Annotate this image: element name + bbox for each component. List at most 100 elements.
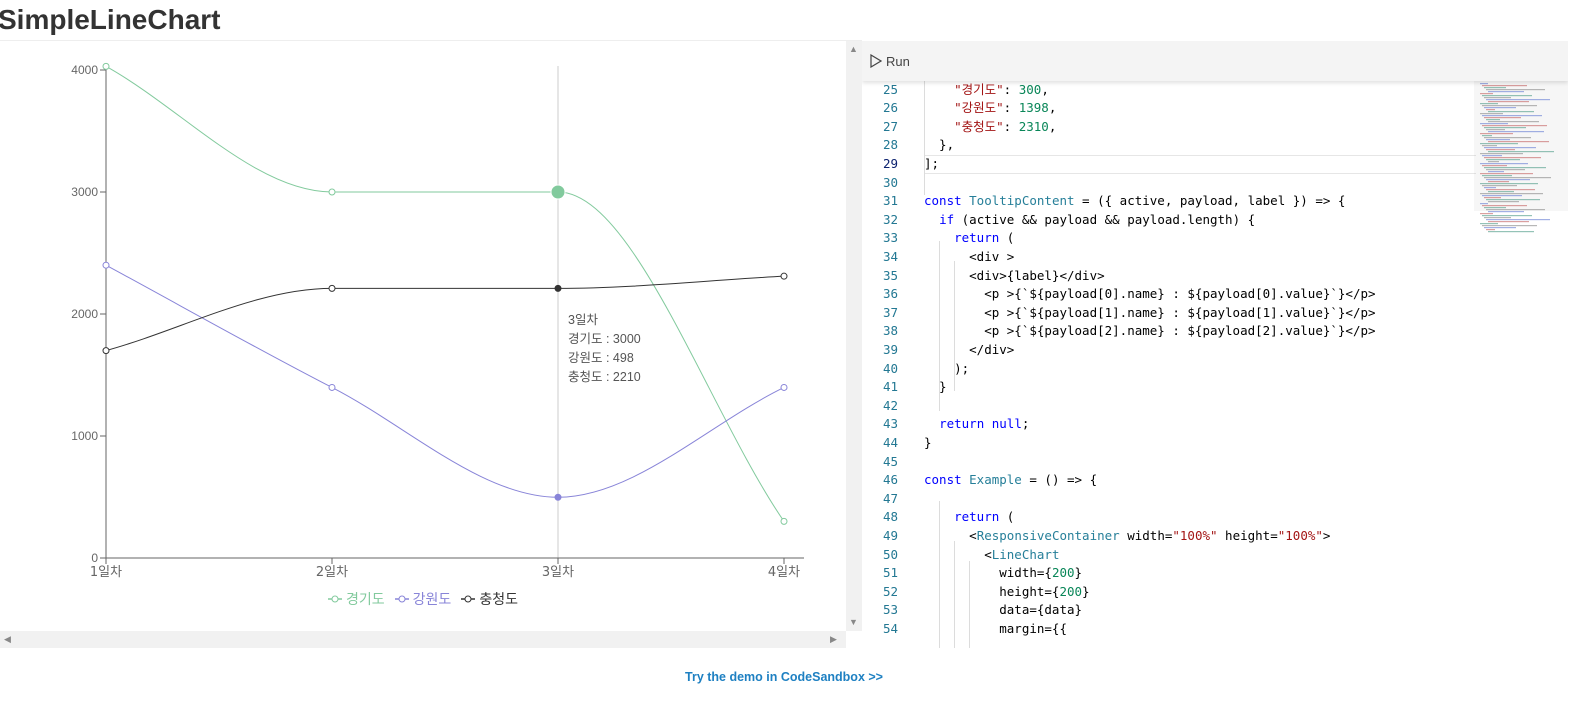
tooltip-row: 강원도 : 498 [568, 351, 634, 365]
minimap-line [1482, 85, 1527, 87]
series-line [105, 264, 785, 498]
code-line[interactable]: <div>{label}</div> [924, 267, 1104, 286]
code-line[interactable]: } [924, 378, 947, 397]
minimap-line [1482, 125, 1547, 127]
minimap-line [1486, 199, 1540, 201]
scroll-left-icon[interactable]: ◀ [4, 634, 11, 645]
code-area[interactable]: name: "4일차", "경기도": 300, "강원도": 1398, "충… [924, 63, 1474, 648]
line-number: 25 [882, 81, 898, 97]
line-number: 44 [882, 435, 898, 450]
minimap[interactable] [1476, 81, 1556, 648]
minimap-line [1484, 97, 1511, 99]
chart-legend: 경기도 강원도 충청도 [0, 589, 846, 609]
minimap-line [1486, 149, 1515, 151]
minimap-line [1480, 133, 1513, 135]
vertical-scrollbar[interactable]: ▲ ▼ [846, 41, 862, 631]
code-line[interactable]: } [924, 434, 932, 453]
code-editor[interactable]: Run 242526272829303132333435363738394041… [862, 41, 1568, 648]
minimap-line [1486, 219, 1550, 221]
minimap-line [1484, 227, 1516, 229]
run-button-label: Run [886, 53, 910, 69]
line-number: 50 [882, 546, 898, 562]
code-line[interactable]: if (active && payload && payload.length)… [924, 211, 1255, 230]
minimap-line [1488, 161, 1499, 163]
data-point [780, 517, 788, 525]
run-button[interactable]: Run [870, 51, 910, 71]
minimap-line [1484, 207, 1506, 209]
minimap-line [1488, 151, 1554, 153]
code-line[interactable]: "강원도": 1398, [924, 99, 1056, 118]
y-tick-label: 4000 [71, 63, 98, 77]
active-dot [550, 184, 566, 200]
scroll-up-icon[interactable]: ▲ [849, 44, 858, 54]
code-line[interactable]: width={200} [924, 564, 1082, 583]
data-point [328, 284, 336, 292]
codesandbox-demo-link[interactable]: Try the demo in CodeSandbox >> [0, 670, 1568, 684]
minimap-line [1488, 121, 1539, 123]
code-line[interactable]: return ( [924, 229, 1014, 248]
legend-item[interactable]: 경기도 [328, 589, 385, 609]
line-number: 40 [882, 360, 898, 376]
code-line[interactable]: "충청도": 2310, [924, 118, 1056, 137]
code-line[interactable]: "경기도": 300, [924, 81, 1049, 100]
minimap-line [1488, 111, 1534, 113]
minimap-line [1484, 127, 1526, 129]
code-line[interactable]: <p >{`${payload[1].name} : ${payload[1].… [924, 304, 1375, 323]
code-line[interactable]: <LineChart [924, 546, 1059, 565]
line-number: 42 [882, 397, 898, 413]
minimap-line [1482, 195, 1522, 197]
scroll-right-icon[interactable]: ▶ [830, 634, 837, 645]
code-line[interactable]: <p >{`${payload[2].name} : ${payload[2].… [924, 322, 1375, 341]
code-line[interactable]: const TooltipContent = ({ active, payloa… [924, 192, 1345, 211]
data-point [780, 272, 788, 280]
line-number: 49 [882, 528, 898, 543]
minimap-line [1482, 205, 1527, 207]
line-number: 52 [882, 583, 898, 599]
page-title: SimpleLineChart [0, 4, 221, 35]
code-line[interactable]: }, [924, 136, 954, 155]
minimap-line [1480, 183, 1538, 185]
code-line[interactable]: <ResponsiveContainer width="100%" height… [924, 527, 1330, 546]
minimap-line [1488, 231, 1534, 233]
line-number: 36 [882, 286, 898, 302]
minimap-line [1480, 123, 1508, 125]
code-line[interactable]: return ( [924, 508, 1014, 527]
code-line[interactable]: ]; [924, 155, 939, 174]
code-line[interactable]: ); [924, 360, 969, 379]
line-number: 41 [882, 379, 898, 395]
minimap-line [1486, 159, 1520, 161]
minimap-line [1480, 223, 1498, 225]
line-chart[interactable]: 0 1000 2000 3000 4000 1일차 2일차 3일차 4일차 [0, 41, 846, 631]
legend-label: 충청도 [479, 591, 518, 607]
code-line[interactable]: <p >{`${payload[0].name} : ${payload[0].… [924, 285, 1375, 304]
minimap-line [1484, 87, 1506, 89]
data-point [780, 383, 788, 391]
minimap-line [1480, 93, 1493, 95]
minimap-line [1484, 167, 1546, 169]
legend-item[interactable]: 강원도 [394, 589, 452, 609]
minimap-line [1480, 203, 1488, 205]
minimap-line [1482, 165, 1507, 167]
code-line[interactable]: </div> [924, 341, 1014, 360]
code-line[interactable]: margin={{ [924, 620, 1067, 639]
x-tick-label: 1일차 [90, 565, 122, 580]
minimap-line [1482, 115, 1542, 117]
minimap-line [1482, 185, 1517, 187]
code-line[interactable]: return null; [924, 415, 1029, 434]
horizontal-scrollbar[interactable]: ◀ ▶ [0, 631, 846, 648]
legend-item[interactable]: 충청도 [461, 589, 518, 609]
legend-label: 강원도 [412, 591, 452, 607]
line-number: 27 [882, 118, 898, 134]
code-line[interactable]: const Example = () => { [924, 471, 1097, 490]
line-number: 28 [882, 137, 898, 153]
x-tick-label: 2일차 [316, 565, 348, 580]
minimap-line [1480, 153, 1523, 155]
minimap-line [1484, 117, 1521, 119]
code-line[interactable]: height={200} [924, 583, 1089, 602]
editor-toolbar: Run [862, 41, 1568, 81]
y-tick-label: 1000 [71, 429, 98, 443]
minimap-line [1488, 191, 1514, 193]
code-line[interactable]: data={data} [924, 601, 1082, 620]
scroll-down-icon[interactable]: ▼ [849, 617, 858, 627]
code-line[interactable]: <div > [924, 248, 1014, 267]
